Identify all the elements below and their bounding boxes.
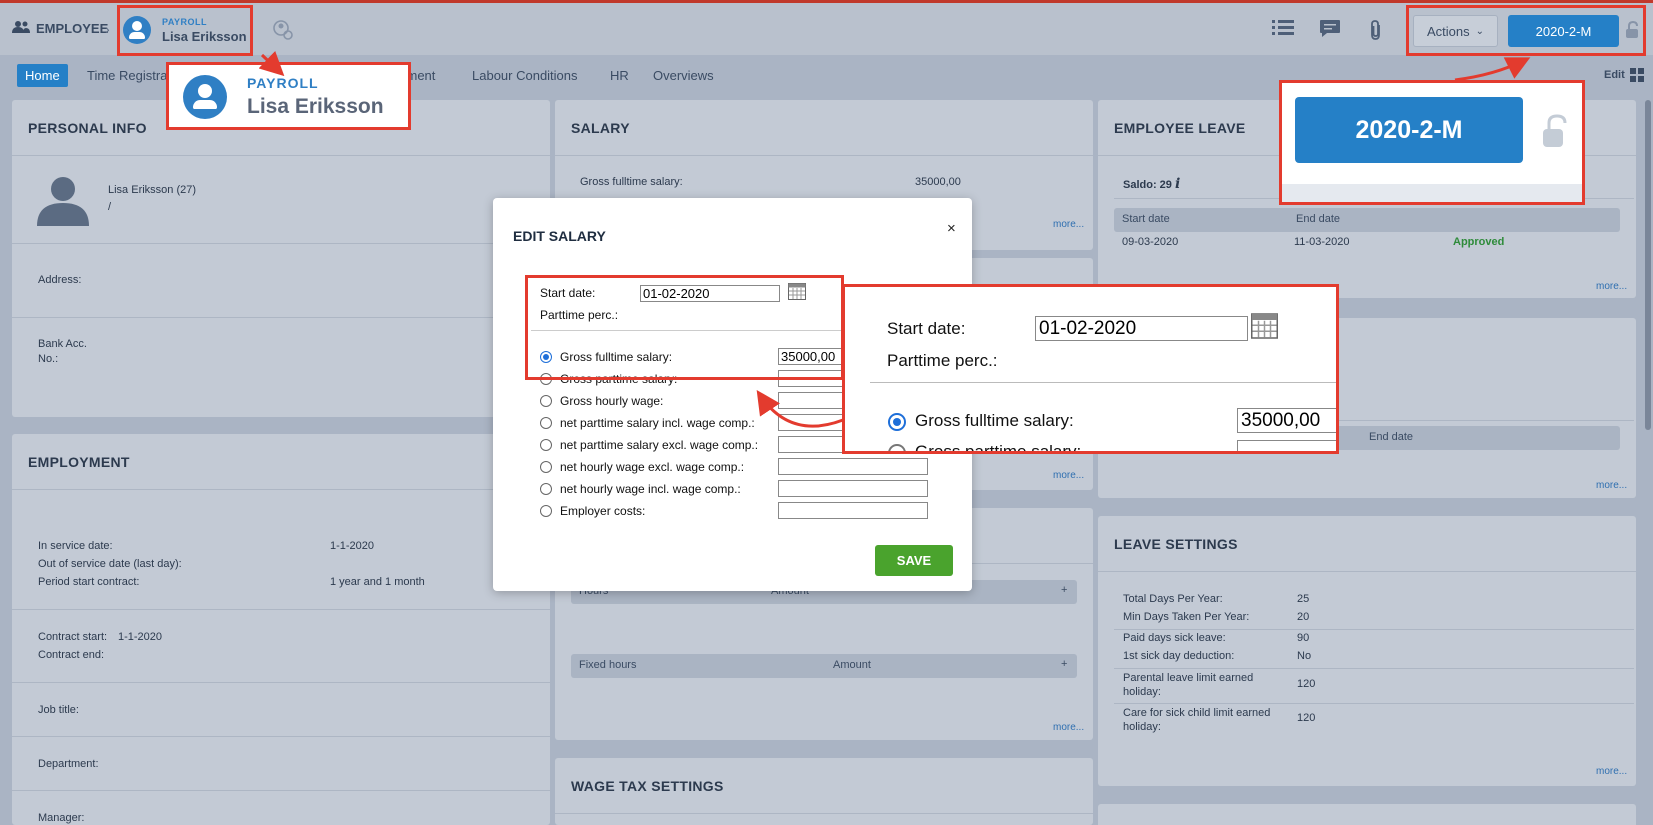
page: EMPLOYEE › PAYROLL Lisa Eriksson Actions… <box>0 0 1653 825</box>
callout-arrows <box>258 50 1531 428</box>
